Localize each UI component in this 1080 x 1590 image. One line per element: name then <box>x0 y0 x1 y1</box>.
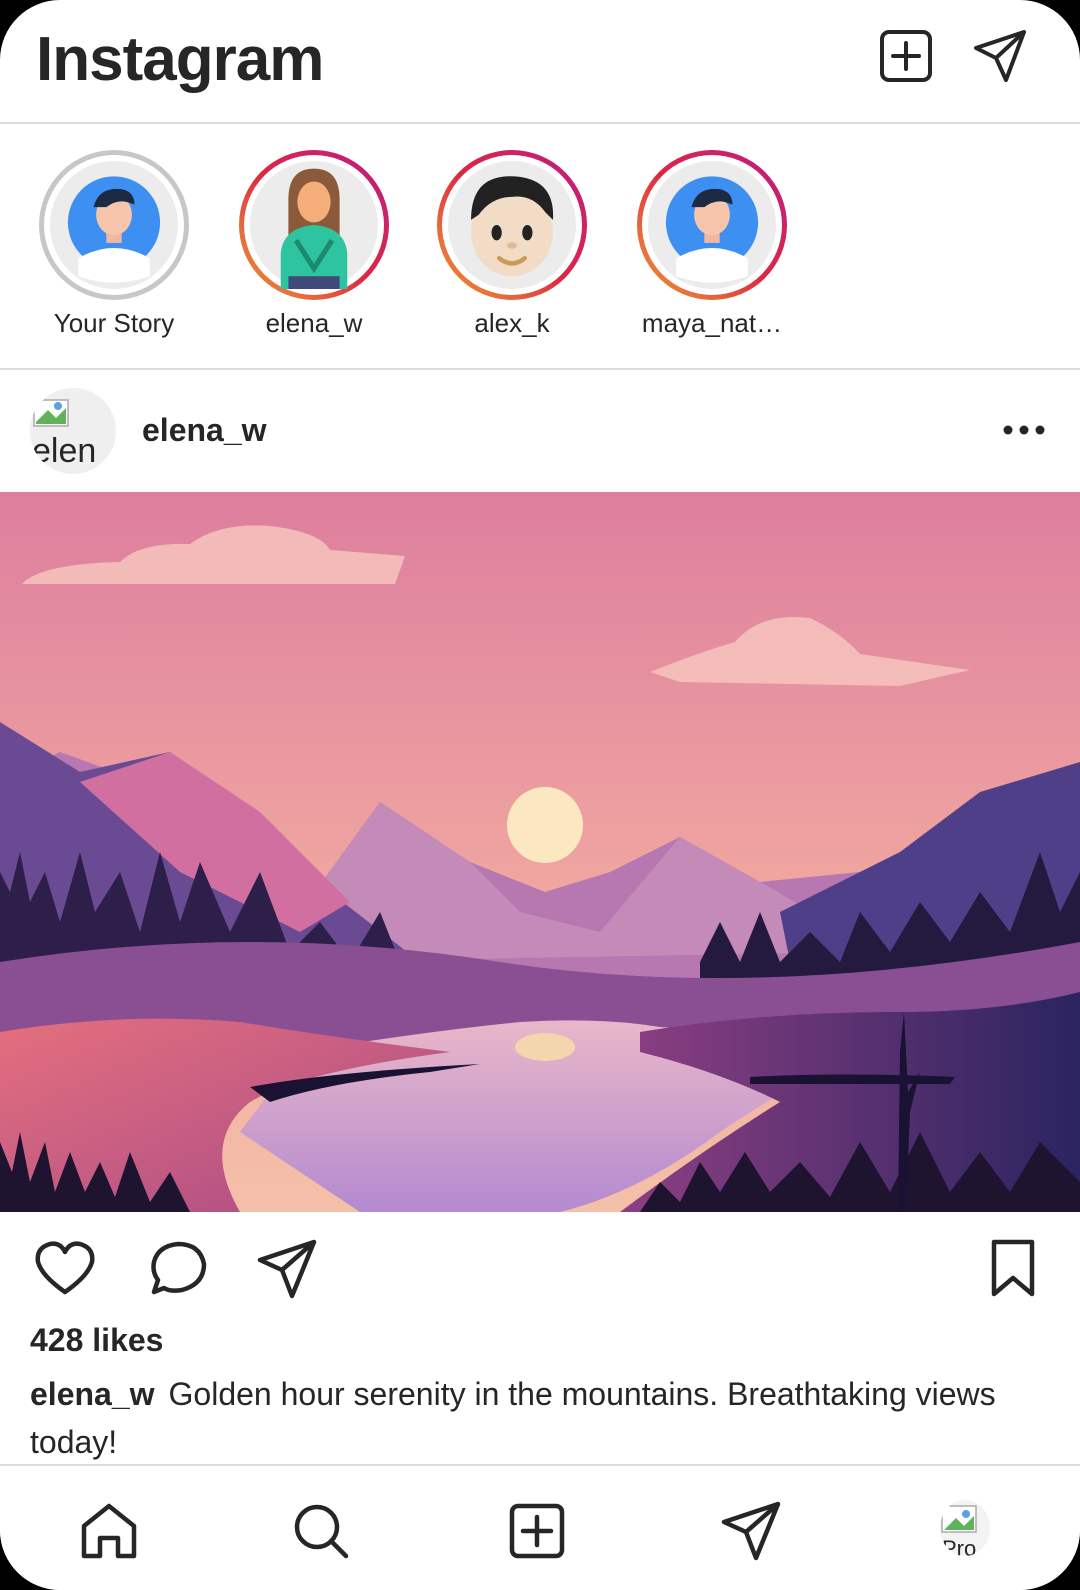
broken-image-icon: elen <box>32 399 96 470</box>
plus-square-icon <box>509 1503 565 1559</box>
avatar <box>250 161 378 289</box>
nav-messages[interactable] <box>720 1500 782 1562</box>
mountain-sunset-illustration <box>0 492 1080 1212</box>
comment-button[interactable] <box>144 1236 210 1302</box>
story-ring <box>437 150 587 300</box>
story-ring <box>239 150 389 300</box>
search-icon <box>294 1504 349 1559</box>
app-logo: Instagram <box>36 25 324 94</box>
post-image[interactable] <box>0 492 1080 1212</box>
app-screen: Instagram Your Story elena_w alex_k maya… <box>0 0 1080 1590</box>
paper-plane-icon <box>974 30 1026 82</box>
story-username: elena_w <box>265 308 363 338</box>
broken-image-icon: Pro <box>941 1505 977 1556</box>
share-button[interactable] <box>254 1236 320 1302</box>
profile-alt-text: Pro <box>942 1536 976 1556</box>
story-ring <box>39 150 189 300</box>
more-dots-icon <box>1003 425 1045 435</box>
avatar <box>648 161 776 289</box>
nav-profile[interactable]: Pro <box>940 1500 990 1556</box>
story-maya-nat[interactable]: maya_nat… <box>632 150 792 339</box>
stories-bar: Your Story elena_w alex_k maya_nat… <box>0 124 1080 370</box>
post-username[interactable]: elena_w <box>142 412 267 449</box>
post-actions <box>0 1236 1080 1306</box>
save-button[interactable] <box>980 1236 1046 1302</box>
avatar <box>50 161 178 289</box>
plus-square-icon <box>880 30 932 82</box>
avatar <box>448 161 576 289</box>
caption-text: Golden hour serenity in the mountains. B… <box>30 1376 996 1460</box>
comment-bubble-icon <box>151 1241 207 1295</box>
direct-messages-button[interactable] <box>972 28 1028 84</box>
bottom-navigation: Pro <box>0 1464 1080 1590</box>
home-icon <box>81 1503 137 1559</box>
new-post-button[interactable] <box>878 28 934 84</box>
nav-home[interactable] <box>78 1500 140 1562</box>
story-username: Your Story <box>53 308 175 338</box>
top-header: Instagram <box>0 0 1080 124</box>
like-count[interactable]: 428 likes <box>30 1322 163 1359</box>
heart-icon <box>35 1241 95 1295</box>
paper-plane-icon <box>721 1501 781 1561</box>
paper-plane-icon <box>257 1239 317 1299</box>
story-username: maya_nat… <box>641 308 783 338</box>
bookmark-icon <box>991 1239 1035 1297</box>
avatar-alt-text: elen <box>32 432 96 470</box>
post-header: elen elena_w <box>0 372 1080 492</box>
caption-username[interactable]: elena_w <box>30 1376 155 1412</box>
story-username: alex_k <box>474 308 550 338</box>
more-options-button[interactable] <box>1002 410 1046 450</box>
story-your-story[interactable]: Your Story <box>34 150 194 339</box>
nav-create[interactable] <box>506 1500 568 1562</box>
story-ring <box>637 150 787 300</box>
story-elena-w[interactable]: elena_w <box>234 150 394 339</box>
post-avatar[interactable]: elen <box>30 388 116 474</box>
like-button[interactable] <box>32 1236 98 1302</box>
story-alex-k[interactable]: alex_k <box>432 150 592 339</box>
post-caption: elena_w Golden hour serenity in the mount… <box>30 1370 1020 1466</box>
nav-search[interactable] <box>290 1500 352 1562</box>
